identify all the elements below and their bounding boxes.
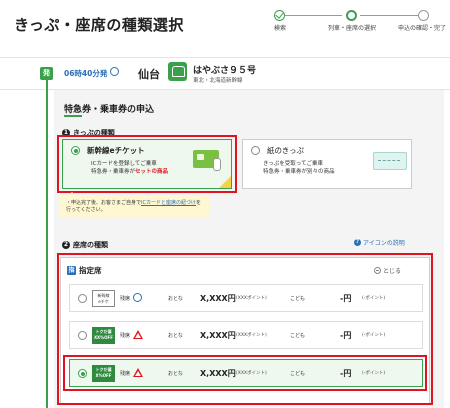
departure-time: 06時40分発 bbox=[64, 69, 108, 78]
notice-text-prefix: ・申込完了後、お客さまご自身で bbox=[66, 200, 142, 206]
clock-icon[interactable] bbox=[110, 67, 119, 76]
radio-paper[interactable] bbox=[251, 146, 260, 155]
main-content: 特急券・乗車券の申込 1 きっぷの種類 新幹線eチケット ICカードを登録してご… bbox=[54, 90, 444, 408]
paper-desc-line2: 特急券・乗車券が別々の商品 bbox=[263, 169, 335, 175]
step-done-check-icon bbox=[274, 10, 285, 21]
paper-desc-line1: きっぷを受取ってご乗車 bbox=[263, 161, 324, 167]
paper-title: 紙のきっぷ bbox=[267, 146, 304, 155]
departure-badge: 発 bbox=[40, 67, 53, 80]
train-line: 東北・北海道新幹線 bbox=[193, 78, 243, 84]
paper-description: きっぷを受取ってご乗車 特急券・乗車券が別々の商品 bbox=[263, 160, 335, 176]
highlight-frame-selected-row bbox=[63, 355, 427, 391]
ic-link[interactable]: ICカードと座席の紐づけ bbox=[141, 200, 196, 206]
section-underline bbox=[64, 115, 82, 117]
progress-stepper: 検索 列車・座席の選択 申込の確認・完了 bbox=[270, 6, 446, 46]
step-label-select: 列車・座席の選択 bbox=[327, 25, 376, 32]
icon-help-link[interactable]: ? アイコンの説明 bbox=[354, 238, 405, 247]
route-timeline bbox=[46, 80, 48, 408]
step-number-icon: 2 bbox=[62, 241, 70, 249]
paper-ticket-icon bbox=[373, 152, 407, 170]
departure-station: 仙台 bbox=[138, 68, 160, 81]
train-icon bbox=[168, 62, 187, 81]
seat-type-label: 座席の種類 bbox=[73, 241, 108, 249]
question-icon: ? bbox=[354, 239, 361, 246]
icon-help-label: アイコンの説明 bbox=[363, 240, 405, 247]
eticket-notice: ・申込完了後、お客さまご自身でICカードと座席の紐づけを行ってください。 bbox=[60, 196, 210, 218]
section-title: 特急券・乗車券の申込 bbox=[64, 105, 155, 115]
step-todo-dot bbox=[418, 10, 429, 21]
train-name: はやぶさ９５号 bbox=[193, 66, 257, 76]
seat-type-heading: 2 座席の種類 bbox=[62, 240, 108, 250]
step-label-search: 検索 bbox=[273, 25, 286, 32]
ticket-option-paper[interactable]: 紙のきっぷ きっぷを受取ってご乗車 特急券・乗車券が別々の商品 bbox=[242, 139, 412, 189]
page-title: きっぷ・座席の種類選択 bbox=[14, 16, 184, 34]
step-label-confirm: 申込の確認・完了 bbox=[397, 25, 446, 32]
step-connector bbox=[282, 15, 342, 16]
train-summary: 発 06時40分発 仙台 はやぶさ９５号 東北・北海道新幹線 bbox=[0, 58, 450, 90]
page-header: きっぷ・座席の種類選択 検索 列車・座席の選択 申込の確認・完了 bbox=[0, 0, 450, 58]
step-connector bbox=[360, 15, 418, 16]
step-current-dot bbox=[346, 10, 357, 21]
highlight-frame-ticket bbox=[57, 135, 237, 193]
